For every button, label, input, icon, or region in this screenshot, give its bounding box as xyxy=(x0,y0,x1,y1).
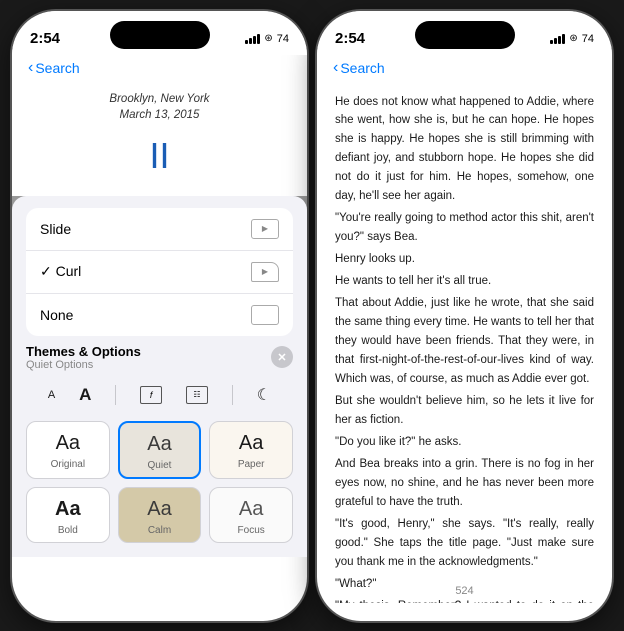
theme-focus-label: Focus xyxy=(238,525,265,536)
left-time: 2:54 xyxy=(30,30,60,47)
theme-calm-label: Calm xyxy=(148,525,171,536)
theme-quiet[interactable]: Aa Quiet xyxy=(118,421,202,479)
right-para-5: That about Addie, just like he wrote, th… xyxy=(335,294,594,389)
font-style-icon[interactable]: f xyxy=(140,386,162,404)
theme-calm-preview: Aa xyxy=(147,498,171,521)
theme-bold[interactable]: Aa Bold xyxy=(26,487,110,543)
theme-quiet-preview: Aa xyxy=(147,433,171,456)
font-size-small-btn[interactable]: A xyxy=(48,389,55,401)
right-signal-icon xyxy=(550,34,565,44)
right-para-2: "You're really going to method actor thi… xyxy=(335,209,594,247)
slide-panel: Slide ▶ ✓ Curl ▶ None xyxy=(12,196,307,557)
slide-option-curl[interactable]: ✓ Curl ▶ xyxy=(26,251,293,294)
right-wifi-icon: ⊛ xyxy=(569,33,577,44)
layout-icon[interactable]: ☷ xyxy=(186,386,208,404)
back-chevron-icon: ‹ xyxy=(28,59,33,77)
right-time: 2:54 xyxy=(335,30,365,47)
dynamic-island xyxy=(110,21,210,49)
right-back-label: Search xyxy=(340,60,384,76)
left-back-button[interactable]: ‹ Search xyxy=(28,59,80,77)
theme-calm[interactable]: Aa Calm xyxy=(118,487,202,543)
font-size-large-btn[interactable]: A xyxy=(79,385,91,405)
theme-quiet-label: Quiet xyxy=(148,460,172,471)
theme-paper[interactable]: Aa Paper xyxy=(209,421,293,479)
right-book-content: He does not know what happened to Addie,… xyxy=(317,83,612,603)
right-para-8: And Bea breaks into a grin. There is no … xyxy=(335,455,594,512)
signal-icon xyxy=(245,34,260,44)
slide-option-none-icon xyxy=(251,305,279,325)
right-para-7: "Do you like it?" he asks. xyxy=(335,433,594,452)
theme-focus-preview: Aa xyxy=(239,498,263,521)
right-nav-bar: ‹ Search xyxy=(317,55,612,83)
theme-paper-preview: Aa xyxy=(239,432,263,455)
right-para-4: He wants to tell her it's all true. xyxy=(335,272,594,291)
right-battery-icon: 74 xyxy=(582,33,594,45)
slide-option-curl-icon: ▶ xyxy=(251,262,279,282)
close-button[interactable]: ✕ xyxy=(271,346,293,368)
toolbar-separator-1 xyxy=(115,385,116,405)
themes-subtitle: Quiet Options xyxy=(26,359,141,371)
wifi-icon: ⊛ xyxy=(264,33,272,44)
left-phone: 2:54 ⊛ 74 ‹ Search xyxy=(12,11,307,621)
left-status-icons: ⊛ 74 xyxy=(245,33,289,45)
theme-paper-label: Paper xyxy=(238,459,265,470)
right-para-9: "It's good, Henry," she says. "It's real… xyxy=(335,515,594,572)
right-status-icons: ⊛ 74 xyxy=(550,33,594,45)
themes-title: Themes & Options xyxy=(26,344,141,359)
right-dynamic-island xyxy=(415,21,515,49)
phones-container: 2:54 ⊛ 74 ‹ Search xyxy=(12,11,612,621)
theme-original-label: Original xyxy=(51,459,85,470)
themes-toolbar: A A f ☷ ☾ xyxy=(26,377,293,413)
chapter-header: Brooklyn, New YorkMarch 13, 2015 II xyxy=(32,91,287,185)
theme-original-preview: Aa xyxy=(56,432,80,455)
slide-option-slide-icon: ▶ xyxy=(251,219,279,239)
right-phone: 2:54 ⊛ 74 ‹ Search H xyxy=(317,11,612,621)
right-para-1: He does not know what happened to Addie,… xyxy=(335,93,594,207)
slide-option-slide[interactable]: Slide ▶ xyxy=(26,208,293,251)
slide-option-none-label: None xyxy=(40,307,73,323)
slide-option-none[interactable]: None xyxy=(26,294,293,336)
right-back-button[interactable]: ‹ Search xyxy=(333,59,385,77)
brightness-icon[interactable]: ☾ xyxy=(257,385,271,405)
left-overlay: Slide ▶ ✓ Curl ▶ None xyxy=(12,196,307,557)
right-back-chevron-icon: ‹ xyxy=(333,59,338,77)
slide-options-list: Slide ▶ ✓ Curl ▶ None xyxy=(26,208,293,336)
chapter-location: Brooklyn, New YorkMarch 13, 2015 xyxy=(32,91,287,123)
toolbar-separator-2 xyxy=(232,385,233,405)
theme-focus[interactable]: Aa Focus xyxy=(209,487,293,543)
theme-grid: Aa Original Aa Quiet Aa Paper Aa xyxy=(26,421,293,543)
right-para-3: Henry looks up. xyxy=(335,250,594,269)
battery-icon: 74 xyxy=(277,33,289,45)
right-para-6: But she wouldn't believe him, so he lets… xyxy=(335,392,594,430)
themes-title-group: Themes & Options Quiet Options xyxy=(26,344,141,371)
theme-bold-preview: Aa xyxy=(55,498,81,521)
theme-bold-label: Bold xyxy=(58,525,78,536)
left-back-label: Search xyxy=(35,60,79,76)
left-nav-bar: ‹ Search xyxy=(12,55,307,83)
theme-original[interactable]: Aa Original xyxy=(26,421,110,479)
slide-option-curl-label: ✓ Curl xyxy=(40,263,81,280)
page-number: 524 xyxy=(317,581,612,601)
slide-option-slide-label: Slide xyxy=(40,221,71,237)
themes-header: Themes & Options Quiet Options ✕ xyxy=(26,344,293,371)
left-content-area: Brooklyn, New YorkMarch 13, 2015 II "Hen… xyxy=(12,83,307,557)
chapter-number: II xyxy=(32,127,287,185)
